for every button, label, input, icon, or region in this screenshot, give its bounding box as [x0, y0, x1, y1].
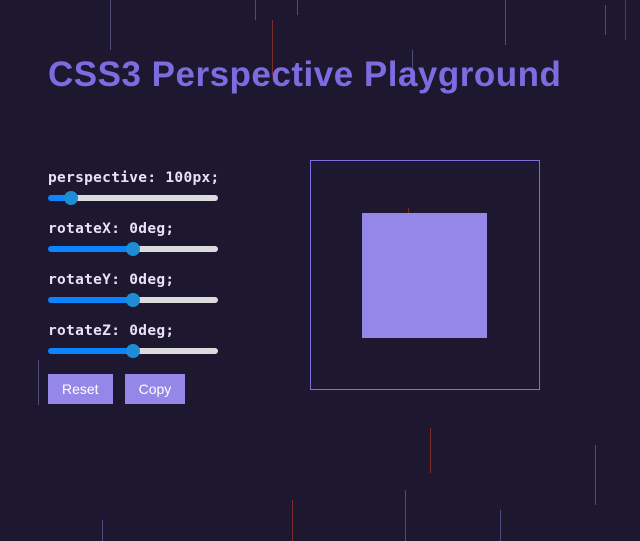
- decorative-line: [500, 510, 501, 541]
- rotatey-slider[interactable]: [48, 297, 218, 303]
- copy-button[interactable]: Copy: [125, 374, 186, 404]
- page-title: CSS3 Perspective Playground: [48, 55, 592, 95]
- control-row-rotatey: rotateY: 0deg;: [48, 272, 220, 308]
- reset-button[interactable]: Reset: [48, 374, 113, 404]
- perspective-slider[interactable]: [48, 195, 218, 201]
- rotatey-label: rotateY: 0deg;: [48, 272, 220, 288]
- perspective-stage: [310, 160, 540, 390]
- decorative-line: [430, 428, 431, 473]
- rotatex-slider[interactable]: [48, 246, 218, 252]
- decorative-line: [405, 490, 406, 541]
- rotatex-label: rotateX: 0deg;: [48, 221, 220, 237]
- rotatez-label: rotateZ: 0deg;: [48, 323, 220, 339]
- perspective-label: perspective: 100px;: [48, 170, 220, 186]
- decorative-line: [292, 500, 293, 541]
- control-row-rotatex: rotateX: 0deg;: [48, 221, 220, 257]
- button-row: Reset Copy: [48, 374, 220, 404]
- rotatez-slider[interactable]: [48, 348, 218, 354]
- control-row-rotatez: rotateZ: 0deg;: [48, 323, 220, 359]
- controls-panel: perspective: 100px; rotateX: 0deg; rotat…: [48, 170, 220, 404]
- transformed-box: [362, 213, 487, 338]
- decorative-line: [595, 445, 596, 505]
- decorative-line: [102, 520, 103, 541]
- control-row-perspective: perspective: 100px;: [48, 170, 220, 206]
